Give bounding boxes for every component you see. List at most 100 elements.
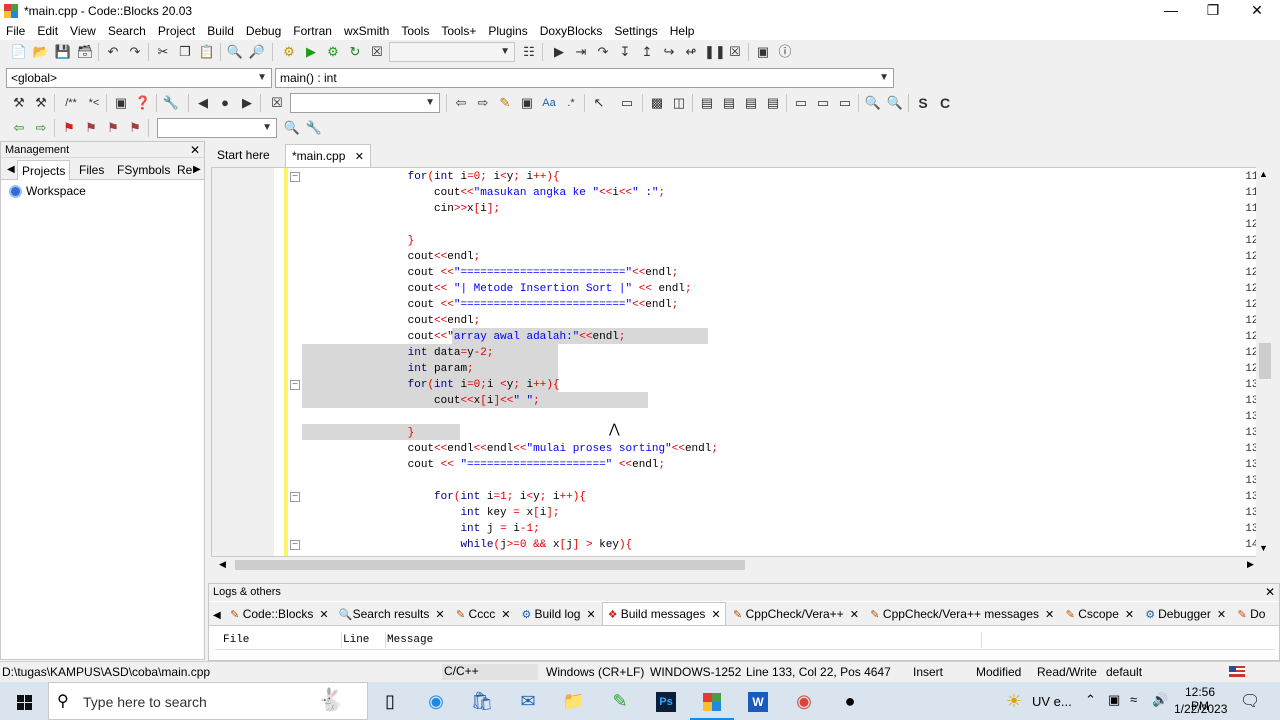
menu-file[interactable]: File <box>0 22 31 40</box>
forward-icon[interactable]: ⇨ <box>474 94 492 112</box>
scope-combo[interactable]: <global> ▼ <box>6 68 272 88</box>
green-app-icon[interactable]: ✎ <box>598 682 642 720</box>
code-line[interactable]: for(int i=0;i <y; i++){ <box>302 377 560 393</box>
cut-icon[interactable]: ✂ <box>154 43 172 61</box>
vertical-scrollbar[interactable]: ▲ ▼ <box>1256 167 1274 557</box>
undo-icon[interactable]: ↶ <box>104 43 122 61</box>
selection-icon[interactable]: ▣ <box>518 94 536 112</box>
windows-start-icon[interactable] <box>2 682 46 720</box>
shape-b-icon[interactable]: ◫ <box>670 94 688 112</box>
stop-debug-icon[interactable]: ☒ <box>726 43 744 61</box>
menu-edit[interactable]: Edit <box>31 22 64 40</box>
shape-e-icon[interactable]: ▤ <box>742 94 760 112</box>
shape-c-icon[interactable]: ▤ <box>698 94 716 112</box>
photoshop-icon[interactable]: Ps <box>644 682 688 720</box>
log-tab-build-log[interactable]: ⚙ Build log ✕ <box>516 603 599 625</box>
scroll-down-icon[interactable]: ▼ <box>1259 543 1268 553</box>
next-bookmark-flag-icon[interactable]: ⚑ <box>104 119 122 137</box>
volume-icon[interactable]: 🔊 <box>1152 692 1168 708</box>
tab-main-cpp[interactable]: *main.cpp ✕ <box>285 144 371 167</box>
bookmark-icon[interactable]: ● <box>216 94 234 112</box>
menu-settings[interactable]: Settings <box>608 22 663 40</box>
line-comment-icon[interactable]: *< <box>84 94 104 112</box>
code-line[interactable]: } <box>302 233 415 249</box>
close-tab-icon[interactable]: ✕ <box>1045 609 1054 621</box>
restore-icon[interactable]: ❐ <box>1190 0 1236 22</box>
shape-a-icon[interactable]: ▩ <box>648 94 666 112</box>
jump-back-icon[interactable]: ⇦ <box>10 119 28 137</box>
code-line[interactable]: cout<<endl<<endl<<"mulai proses sorting"… <box>302 441 718 457</box>
code-line[interactable]: int param; <box>302 361 474 377</box>
replace-icon[interactable]: 🔎 <box>248 43 266 61</box>
close-tab-icon[interactable]: ✕ <box>586 609 595 621</box>
log-tab-search-results[interactable]: 🔍Search results ✕ <box>335 603 449 625</box>
find-icon[interactable]: 🔍 <box>226 43 244 61</box>
log-tab-cscope[interactable]: ✎ Cscope ✕ <box>1060 603 1138 625</box>
toggle-bookmark-icon[interactable]: ⚑ <box>60 119 78 137</box>
column-line[interactable]: Line <box>343 632 369 648</box>
tab-scroll-right-icon[interactable]: ▶ <box>189 160 205 180</box>
log-tab-build-messages[interactable]: ❖ Build messages ✕ <box>601 602 726 625</box>
fold-toggle-icon[interactable]: − <box>290 492 300 502</box>
scroll-right-icon[interactable]: ▶ <box>1247 559 1254 570</box>
extract-docs-icon[interactable]: ⚒ <box>32 94 50 112</box>
prev-bookmark-icon[interactable]: ◀ <box>194 94 212 112</box>
menu-tools[interactable]: Tools <box>395 22 435 40</box>
shape-d-icon[interactable]: ▤ <box>720 94 738 112</box>
code-line[interactable]: int key = x[i]; <box>302 505 559 521</box>
close-tab-icon[interactable]: ✕ <box>850 609 859 621</box>
edge-icon[interactable]: ◉ <box>414 682 458 720</box>
pause-icon[interactable]: ❚❚ <box>704 43 726 61</box>
chm-docs-icon[interactable]: ❓ <box>134 94 152 112</box>
rebuild-icon[interactable]: ↻ <box>346 43 364 61</box>
close-tab-icon[interactable]: ✕ <box>355 151 364 163</box>
config-icon[interactable]: 🔧 <box>162 94 180 112</box>
shape-g-icon[interactable]: ▭ <box>792 94 810 112</box>
weather-text[interactable]: UV e... <box>1032 694 1072 709</box>
dark-app-icon[interactable]: ● <box>828 682 872 720</box>
log-tab-cccc[interactable]: ✎ Cccc ✕ <box>451 603 515 625</box>
code-line[interactable]: cout<<x[i]<<" "; <box>302 393 540 409</box>
build-icon[interactable]: ⚙ <box>280 43 298 61</box>
tab-files[interactable]: Files <box>75 160 108 180</box>
notification-icon[interactable]: 🗨 <box>1240 691 1260 711</box>
column-message[interactable]: Message <box>387 632 433 648</box>
uv-weather-icon[interactable]: ☀ <box>1000 682 1028 720</box>
file-explorer-icon[interactable]: 📁 <box>552 682 596 720</box>
abort-icon[interactable]: ☒ <box>368 43 386 61</box>
horizontal-scroll-thumb[interactable] <box>235 560 745 570</box>
tab-fsymbols[interactable]: FSymbols <box>113 160 174 180</box>
close-tab-icon[interactable]: ✕ <box>319 609 328 621</box>
code-line[interactable]: for(int i=0; i<y; i++){ <box>302 169 560 185</box>
code-line[interactable]: for(int i=1; i<y; i++){ <box>302 489 586 505</box>
pointer-icon[interactable]: ↖ <box>590 94 608 112</box>
search-combo[interactable]: ▼ <box>290 93 440 113</box>
menu-debug[interactable]: Debug <box>240 22 287 40</box>
next-instruction-icon[interactable]: ↪ <box>660 43 678 61</box>
new-file-icon[interactable]: 📄 <box>10 43 28 61</box>
log-tab-debugger[interactable]: ⚙ Debugger ✕ <box>1140 603 1230 625</box>
paste-icon[interactable]: 📋 <box>198 43 216 61</box>
menu-search[interactable]: Search <box>102 22 152 40</box>
tab-projects[interactable]: Projects <box>17 160 71 180</box>
fold-toggle-icon[interactable]: − <box>290 380 300 390</box>
close-tab-icon[interactable]: ✕ <box>501 609 510 621</box>
goto-options-icon[interactable]: 🔧 <box>305 119 323 137</box>
code-line[interactable]: } <box>302 425 415 441</box>
debug-continue-icon[interactable]: ▶ <box>550 43 568 61</box>
close-tab-icon[interactable]: ✕ <box>711 609 720 621</box>
zoom-in-icon[interactable]: 🔍 <box>864 94 882 112</box>
code-line[interactable]: cout<<endl; <box>302 249 481 265</box>
jump-forward-icon[interactable]: ⇨ <box>32 119 50 137</box>
step-instruction-icon[interactable]: ↫ <box>682 43 700 61</box>
s-icon[interactable]: S <box>914 94 932 112</box>
wifi-icon[interactable]: ≈ <box>1130 692 1137 707</box>
tab-start-here[interactable]: Start here <box>211 144 276 167</box>
log-tab-doxyblocks[interactable]: ✎ Do <box>1232 603 1269 625</box>
regex-icon[interactable]: .* <box>562 94 580 112</box>
menu-fortran[interactable]: Fortran <box>287 22 338 40</box>
word-icon[interactable]: W <box>736 682 780 720</box>
network-pc-icon[interactable]: ▣ <box>1108 692 1120 708</box>
function-combo[interactable]: main() : int ▼ <box>275 68 894 88</box>
build-target-combo[interactable]: ▼ <box>389 42 515 62</box>
